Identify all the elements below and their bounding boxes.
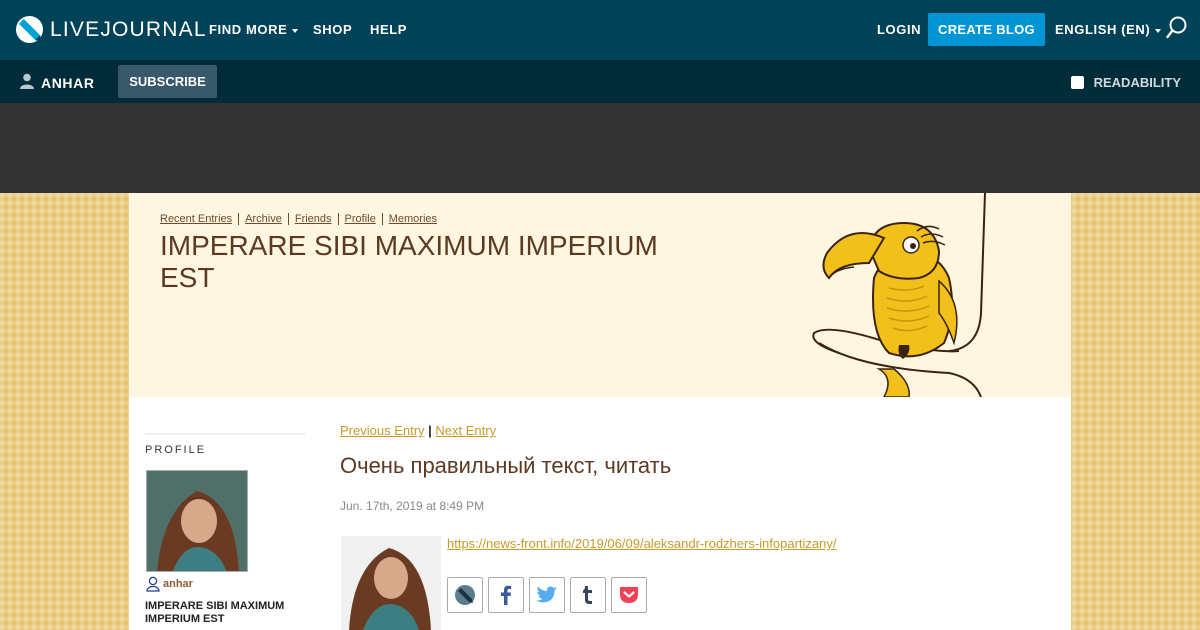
create-blog-button[interactable]: CREATE BLOG	[928, 13, 1045, 46]
readability-checkbox[interactable]	[1070, 76, 1084, 89]
divider	[381, 213, 383, 225]
journal-username[interactable]: ANHAR	[41, 75, 95, 91]
parrot-illustration	[812, 193, 986, 397]
readability-label: READABILITY	[1093, 75, 1181, 90]
facebook-icon	[501, 585, 511, 605]
livejournal-logo-icon	[15, 15, 44, 44]
profile-heading: PROFILE	[145, 444, 207, 456]
journal-page: Recent Entries Archive Friends Profile M…	[129, 193, 1071, 630]
share-livejournal-button[interactable]	[447, 577, 483, 613]
next-entry-link[interactable]: Next Entry	[435, 423, 496, 438]
entry-userpic-photo	[341, 536, 441, 630]
logo-text: LIVEJOURNAL	[50, 17, 207, 41]
nav-friends[interactable]: Friends	[295, 213, 332, 225]
language-label: ENGLISH (EN)	[1055, 22, 1151, 37]
journal-bar: ANHAR SUBSCRIBE READABILITY	[0, 60, 1200, 103]
profile-user-link[interactable]: anhar	[145, 576, 193, 592]
entry-external-link[interactable]: https://news-front.info/2019/06/09/aleks…	[447, 536, 837, 551]
divider	[287, 213, 289, 225]
previous-entry-link[interactable]: Previous Entry	[340, 423, 425, 438]
share-tumblr-button[interactable]	[570, 577, 606, 613]
chevron-down-icon	[1155, 28, 1162, 33]
share-twitter-button[interactable]	[529, 577, 565, 613]
divider	[238, 213, 240, 225]
livejournal-share-icon	[455, 585, 475, 605]
nav-recent-entries[interactable]: Recent Entries	[160, 213, 232, 225]
pocket-icon	[620, 587, 638, 603]
divider	[145, 433, 305, 435]
user-icon	[146, 576, 160, 592]
nav-shop[interactable]: SHOP	[313, 22, 352, 37]
entry-userpic	[341, 536, 441, 630]
avatar-photo	[147, 471, 247, 571]
nav-find-more[interactable]: FIND MORE	[209, 22, 299, 37]
livejournal-logo[interactable]: LIVEJOURNAL	[15, 15, 207, 44]
avatar[interactable]	[146, 470, 248, 572]
user-icon	[20, 73, 34, 89]
language-selector[interactable]: ENGLISH (EN)	[1055, 22, 1162, 37]
nav-archive[interactable]: Archive	[245, 213, 282, 225]
entry-nav-separator: |	[424, 423, 436, 438]
tumblr-icon	[583, 586, 592, 604]
nav-help[interactable]: HELP	[370, 22, 407, 37]
twitter-icon	[536, 586, 557, 603]
share-buttons	[447, 577, 647, 613]
top-navbar: LIVEJOURNAL FIND MORE SHOP HELP LOGIN CR…	[0, 0, 1200, 60]
nav-profile[interactable]: Profile	[345, 213, 376, 225]
readability-toggle[interactable]: READABILITY	[1070, 75, 1181, 90]
journal-nav: Recent Entries Archive Friends Profile M…	[160, 213, 437, 225]
ad-banner-area	[0, 103, 1200, 193]
search-icon[interactable]	[1166, 16, 1188, 40]
nav-memories[interactable]: Memories	[389, 213, 437, 225]
entry-title[interactable]: Очень правильный текст, читать	[340, 453, 671, 479]
entry-navigation: Previous Entry | Next Entry	[340, 423, 496, 438]
share-facebook-button[interactable]	[488, 577, 524, 613]
nav-find-more-label: FIND MORE	[209, 22, 288, 37]
profile-journal-title: IMPERARE SIBI MAXIMUM IMPERIUM EST	[145, 600, 285, 625]
share-pocket-button[interactable]	[611, 577, 647, 613]
journal-title[interactable]: IMPERARE SIBI MAXIMUM IMPERIUM EST	[160, 230, 690, 294]
chevron-down-icon	[292, 28, 299, 33]
login-link[interactable]: LOGIN	[877, 22, 921, 37]
journal-header: Recent Entries Archive Friends Profile M…	[129, 193, 1071, 397]
entry-date: Jun. 17th, 2019 at 8:49 PM	[340, 499, 485, 513]
subscribe-button[interactable]: SUBSCRIBE	[118, 65, 217, 98]
divider	[337, 213, 339, 225]
profile-username: anhar	[163, 578, 193, 590]
